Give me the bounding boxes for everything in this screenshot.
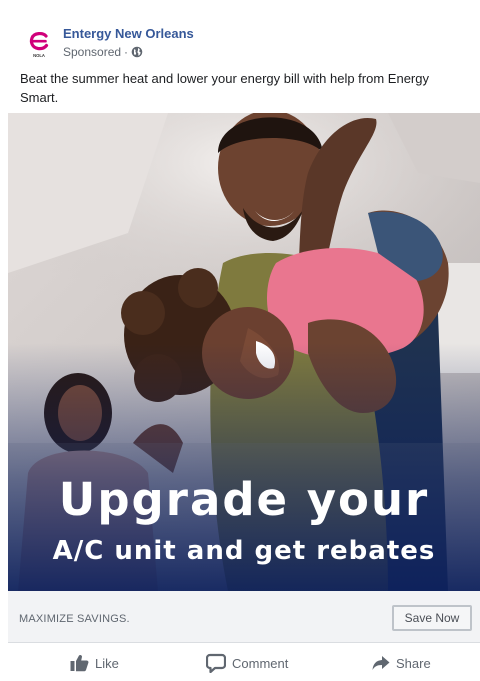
like-label: Like xyxy=(95,655,119,671)
page-name-link[interactable]: Entergy New Orleans xyxy=(63,26,194,41)
page-avatar[interactable]: NOLA xyxy=(20,24,58,62)
ad-headline-line-1: Upgrade your xyxy=(58,473,430,526)
share-label: Share xyxy=(396,655,431,671)
comment-bubble-icon xyxy=(206,653,226,673)
facebook-ad-post: NOLA Entergy New Orleans Sponsored · Bea… xyxy=(0,0,480,681)
cta-caption: MAXIMIZE SAVINGS. xyxy=(19,613,130,625)
post-meta: Sponsored · xyxy=(63,45,143,59)
share-button[interactable]: Share xyxy=(372,651,431,675)
avatar-text: NOLA xyxy=(33,53,45,58)
ad-headline-line-2: A/C unit and get rebates xyxy=(52,536,436,566)
like-button[interactable]: Like xyxy=(70,651,119,675)
thumbs-up-icon xyxy=(70,654,89,672)
comment-label: Comment xyxy=(232,655,289,671)
comment-button[interactable]: Comment xyxy=(206,651,288,675)
sponsored-label[interactable]: Sponsored xyxy=(63,45,121,59)
globe-icon[interactable] xyxy=(131,46,143,58)
post-actions: Like Comment Share xyxy=(8,645,480,681)
post-body-text: Beat the summer heat and lower your ener… xyxy=(20,71,429,105)
call-to-action-bar[interactable]: MAXIMIZE SAVINGS. Save Now xyxy=(8,591,480,643)
entergy-logo-icon: NOLA xyxy=(21,25,57,61)
save-now-button[interactable]: Save Now xyxy=(392,605,472,631)
meta-separator: · xyxy=(124,45,129,59)
share-arrow-icon xyxy=(372,655,390,671)
post-header: NOLA Entergy New Orleans Sponsored · xyxy=(20,22,460,62)
